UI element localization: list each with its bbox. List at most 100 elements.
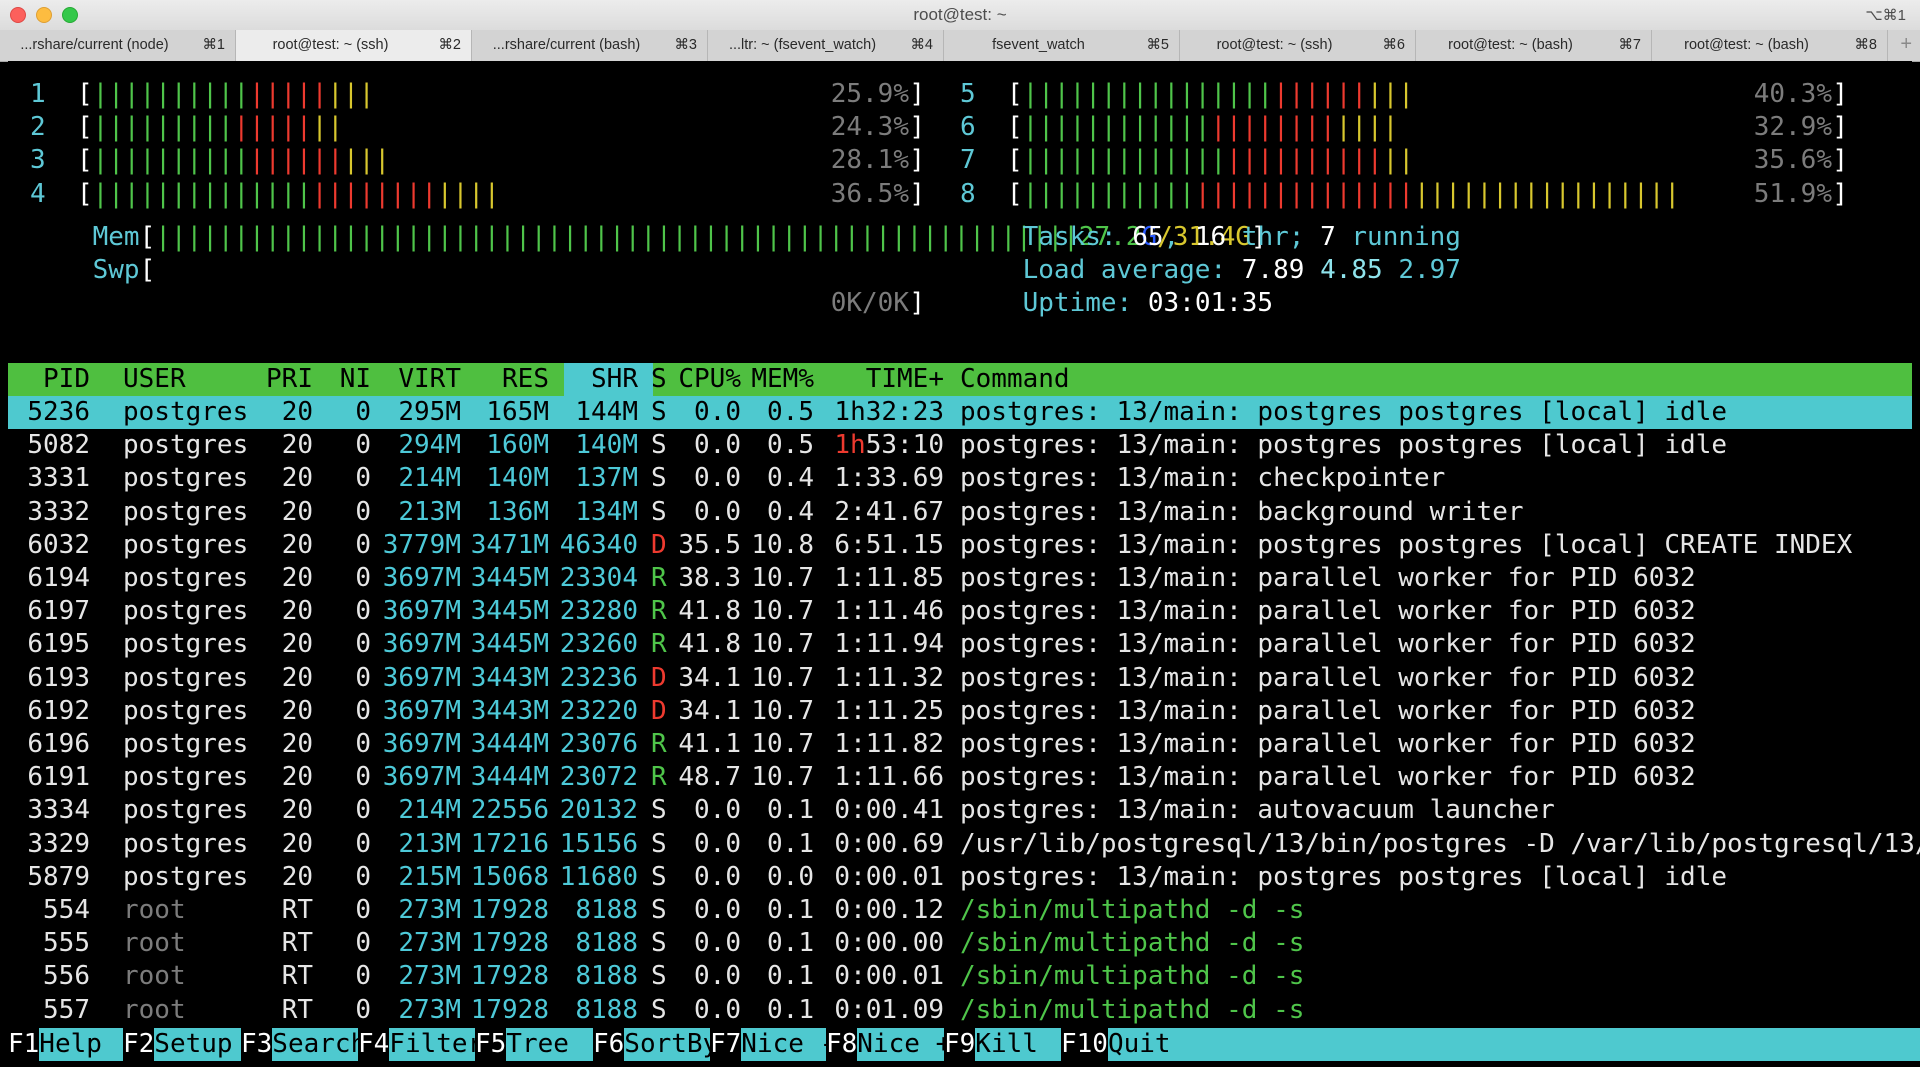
cell-virt: 213M — [398, 828, 461, 859]
cell-cpu: 0.0 — [694, 397, 741, 427]
tab-label: fsevent_watch — [992, 37, 1085, 53]
table-row[interactable]: 6191 postgres 20 0 3697M 3444M 23072 R 48.7 10.7 1… — [8, 761, 1912, 794]
column-header-ni[interactable]: NI — [340, 363, 371, 396]
column-header-pid[interactable]: PID — [43, 363, 90, 396]
cell-pid: 3334 — [27, 795, 90, 826]
cell-virt: 3697M — [382, 695, 461, 726]
cell-cpu: 0.0 — [694, 463, 741, 494]
table-row[interactable]: 3331 postgres 20 0 214M 140M 137M S 0.0 0.4 1:33.6… — [8, 462, 1912, 495]
cell-pri: 20 — [281, 529, 313, 560]
cell-cpu: 0.0 — [694, 895, 741, 925]
table-row[interactable]: 5082 postgres 20 0 294M 160M 140M S 0.0 0.5 1h53:1… — [8, 429, 1912, 462]
cell-cmd: postgres: 13/main: postgres postgres [lo… — [960, 861, 1728, 892]
tab-7[interactable]: root@test: ~ (bash) ⌘7 — [1416, 30, 1652, 61]
table-row[interactable]: 6193 postgres 20 0 3697M 3443M 23236 D 34.1 10.7 1… — [8, 662, 1912, 695]
cell-mem: 10.7 — [751, 662, 814, 693]
fkey-label-setup[interactable]: Setup — [154, 1028, 252, 1061]
table-row[interactable]: 3334 postgres 20 0 214M 22556 20132 S 0.0 0.1 0:00… — [8, 794, 1912, 827]
cpu-percent: 40.3% — [1753, 79, 1832, 109]
fkey-label-search[interactable]: Search — [272, 1028, 368, 1061]
table-row[interactable]: 6192 postgres 20 0 3697M 3443M 23220 D 34.1 10.7 1… — [8, 695, 1912, 728]
table-row[interactable]: 557 root RT 0 273M 17928 8188 S 0.0 0.1 0:01.09/sb… — [8, 994, 1912, 1027]
cell-res: 3471M — [470, 529, 549, 560]
terminal-area[interactable]: 1 [|||||||||||||||||| 25.9%] 2 [||||||||||… — [8, 61, 1920, 1067]
cell-time: 1h32:23 — [834, 396, 944, 429]
column-header-shr[interactable]: SHR — [591, 363, 638, 396]
cell-virt: 294M — [398, 430, 461, 461]
column-header-mem[interactable]: MEM% — [751, 363, 814, 396]
tab-1[interactable]: ...rshare/current (node) ⌘1 — [0, 30, 236, 61]
tab-6[interactable]: root@test: ~ (ssh) ⌘6 — [1180, 30, 1416, 61]
time-value: 53:10 — [865, 430, 944, 461]
fkey-f7[interactable]: F7 — [710, 1028, 742, 1061]
fkey-label-tree[interactable]: Tree — [506, 1028, 603, 1061]
bracket-open: [ — [1006, 79, 1023, 109]
cell-s: R — [651, 563, 667, 593]
table-row[interactable]: 555 root RT 0 273M 17928 8188 S 0.0 0.1 0:00.00/sb… — [8, 927, 1912, 960]
cell-ni: 0 — [355, 463, 371, 494]
fkey-label-sortby[interactable]: SortBy — [624, 1028, 718, 1061]
fkey-label-help[interactable]: Help — [39, 1028, 132, 1061]
tab-5[interactable]: fsevent_watch ⌘5 — [944, 30, 1180, 61]
column-header-command[interactable]: Command — [960, 363, 1070, 396]
table-row[interactable]: 6195 postgres 20 0 3697M 3445M 23260 R 41.8 10.7 1… — [8, 628, 1912, 661]
column-header-time[interactable]: TIME+ — [866, 363, 944, 396]
fkey-f9[interactable]: F9 — [944, 1028, 976, 1061]
cell-shr: 11680 — [559, 861, 638, 892]
cell-pri: 20 — [281, 828, 313, 859]
column-header-res[interactable]: RES — [502, 363, 549, 396]
column-header-virt[interactable]: VIRT — [398, 363, 461, 396]
tab-4[interactable]: ...ltr: ~ (fsevent_watch) ⌘4 — [708, 30, 944, 61]
swap-meter: Swp[ 0K/0K] — [30, 221, 925, 318]
new-tab-button[interactable]: + — [1900, 33, 1912, 56]
cell-shr: 23236 — [559, 662, 638, 693]
fkey-label-filter[interactable]: Filter — [389, 1028, 483, 1061]
table-row[interactable]: 554 root RT 0 273M 17928 8188 S 0.0 0.1 0:00.12/sb… — [8, 894, 1912, 927]
table-row[interactable]: 6196 postgres 20 0 3697M 3444M 23076 R 41.1 10.7 1… — [8, 728, 1912, 761]
cell-s: S — [651, 397, 667, 427]
column-header-pri[interactable]: PRI — [266, 363, 313, 396]
tab-2[interactable]: root@test: ~ (ssh) ⌘2 — [236, 30, 472, 61]
table-row[interactable]: 6194 postgres 20 0 3697M 3445M 23304 R 38.3 10.7 1… — [8, 562, 1912, 595]
fkey-f8[interactable]: F8 — [826, 1028, 858, 1061]
uptime: Uptime: 03:01:35 — [960, 254, 1273, 318]
table-row[interactable]: 6197 postgres 20 0 3697M 3445M 23280 R 41.8 10.7 1… — [8, 595, 1912, 628]
cell-cmd: /sbin/multipathd -d -s — [960, 895, 1305, 925]
fkey-label-kill[interactable]: Kill — [975, 1028, 1065, 1061]
column-header-cpu[interactable]: CPU% — [678, 363, 741, 396]
fkey-f1[interactable]: F1 — [8, 1028, 40, 1061]
fkey-f6[interactable]: F6 — [593, 1028, 625, 1061]
table-row[interactable]: 5236 postgres 20 0 295M 165M 144M S 0.0 0.5 1h32:2… — [8, 396, 1912, 430]
column-header-user[interactable]: USER — [123, 363, 186, 396]
fkey-label-nice[interactable]: Nice - — [741, 1028, 835, 1061]
time-value: 0:00.12 — [834, 895, 944, 925]
cell-mem: 0.1 — [767, 994, 814, 1025]
column-header-s[interactable]: S — [651, 363, 667, 396]
cell-s: R — [651, 629, 667, 660]
tab-8[interactable]: root@test: ~ (bash) ⌘8 — [1652, 30, 1888, 61]
fkey-f5[interactable]: F5 — [475, 1028, 507, 1061]
table-row[interactable]: 3332 postgres 20 0 213M 136M 134M S 0.0 0.4 2:41.6… — [8, 496, 1912, 529]
cell-virt: 295M — [398, 397, 461, 427]
fkey-f2[interactable]: F2 — [123, 1028, 155, 1061]
cpu-meter-3: 3 [||||||||||||||||||| 28.1%] — [30, 144, 925, 177]
table-row[interactable]: 3329 postgres 20 0 213M 17216 15156 S 0.0 0.1 0:00… — [8, 828, 1920, 861]
fkey-label-nice[interactable]: Nice + — [857, 1028, 951, 1061]
fkey-f4[interactable]: F4 — [358, 1028, 390, 1061]
cell-virt: 3697M — [382, 662, 461, 693]
fkey-f10[interactable]: F10 — [1061, 1028, 1108, 1061]
fkey-label-quit[interactable]: Quit — [1107, 1028, 1920, 1061]
table-row[interactable]: 556 root RT 0 273M 17928 8188 S 0.0 0.1 0:00.01/sb… — [8, 960, 1912, 993]
cpu-usage-bars: ||||||||||||||||||||||||| — [1022, 145, 1414, 176]
cell-res: 3444M — [470, 729, 549, 759]
cell-cpu: 0.0 — [694, 961, 741, 992]
window-titlebar: root@test: ~ ⌥⌘1 — [0, 0, 1920, 30]
table-row[interactable]: 5879 postgres 20 0 215M 15068 11680 S 0.0 0.0 0:00… — [8, 861, 1912, 894]
cell-cmd: /sbin/multipathd -d -s — [960, 928, 1305, 959]
tab-3[interactable]: ...rshare/current (bash) ⌘3 — [472, 30, 708, 61]
table-row[interactable]: 6032 postgres 20 0 3779M 3471M 46340 D 35.5 10.8 6… — [8, 529, 1912, 562]
cell-time: 1:11.32 — [834, 662, 944, 695]
cell-user: root — [123, 961, 186, 992]
fkey-f3[interactable]: F3 — [241, 1028, 273, 1061]
cell-virt: 273M — [398, 994, 461, 1025]
